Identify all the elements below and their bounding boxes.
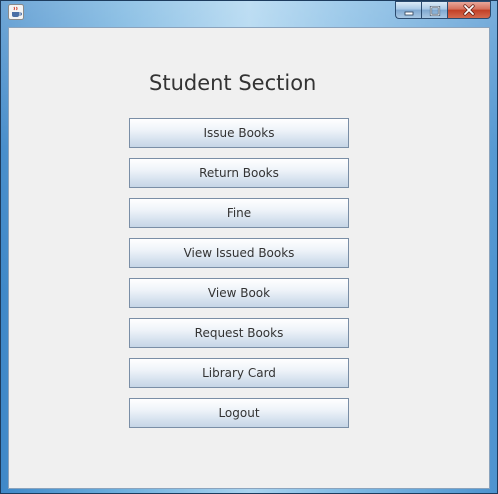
app-window: Student Section Issue Books Return Books… — [0, 0, 498, 494]
close-button[interactable] — [447, 1, 491, 19]
view-book-button[interactable]: View Book — [129, 278, 349, 308]
student-section-panel: Student Section Issue Books Return Books… — [8, 27, 490, 489]
view-issued-books-button[interactable]: View Issued Books — [129, 238, 349, 268]
return-books-button[interactable]: Return Books — [129, 158, 349, 188]
request-books-button[interactable]: Request Books — [129, 318, 349, 348]
minimize-icon — [403, 1, 415, 20]
fine-button[interactable]: Fine — [129, 198, 349, 228]
maximize-icon — [429, 1, 441, 20]
title-bar[interactable] — [1, 1, 497, 23]
library-card-button[interactable]: Library Card — [129, 358, 349, 388]
close-icon — [462, 1, 476, 20]
maximize-button[interactable] — [421, 1, 447, 19]
page-title: Student Section — [149, 71, 317, 95]
issue-books-button[interactable]: Issue Books — [129, 118, 349, 148]
window-controls — [395, 1, 491, 19]
logout-button[interactable]: Logout — [129, 398, 349, 428]
java-cup-icon[interactable] — [8, 4, 24, 20]
minimize-button[interactable] — [395, 1, 421, 19]
